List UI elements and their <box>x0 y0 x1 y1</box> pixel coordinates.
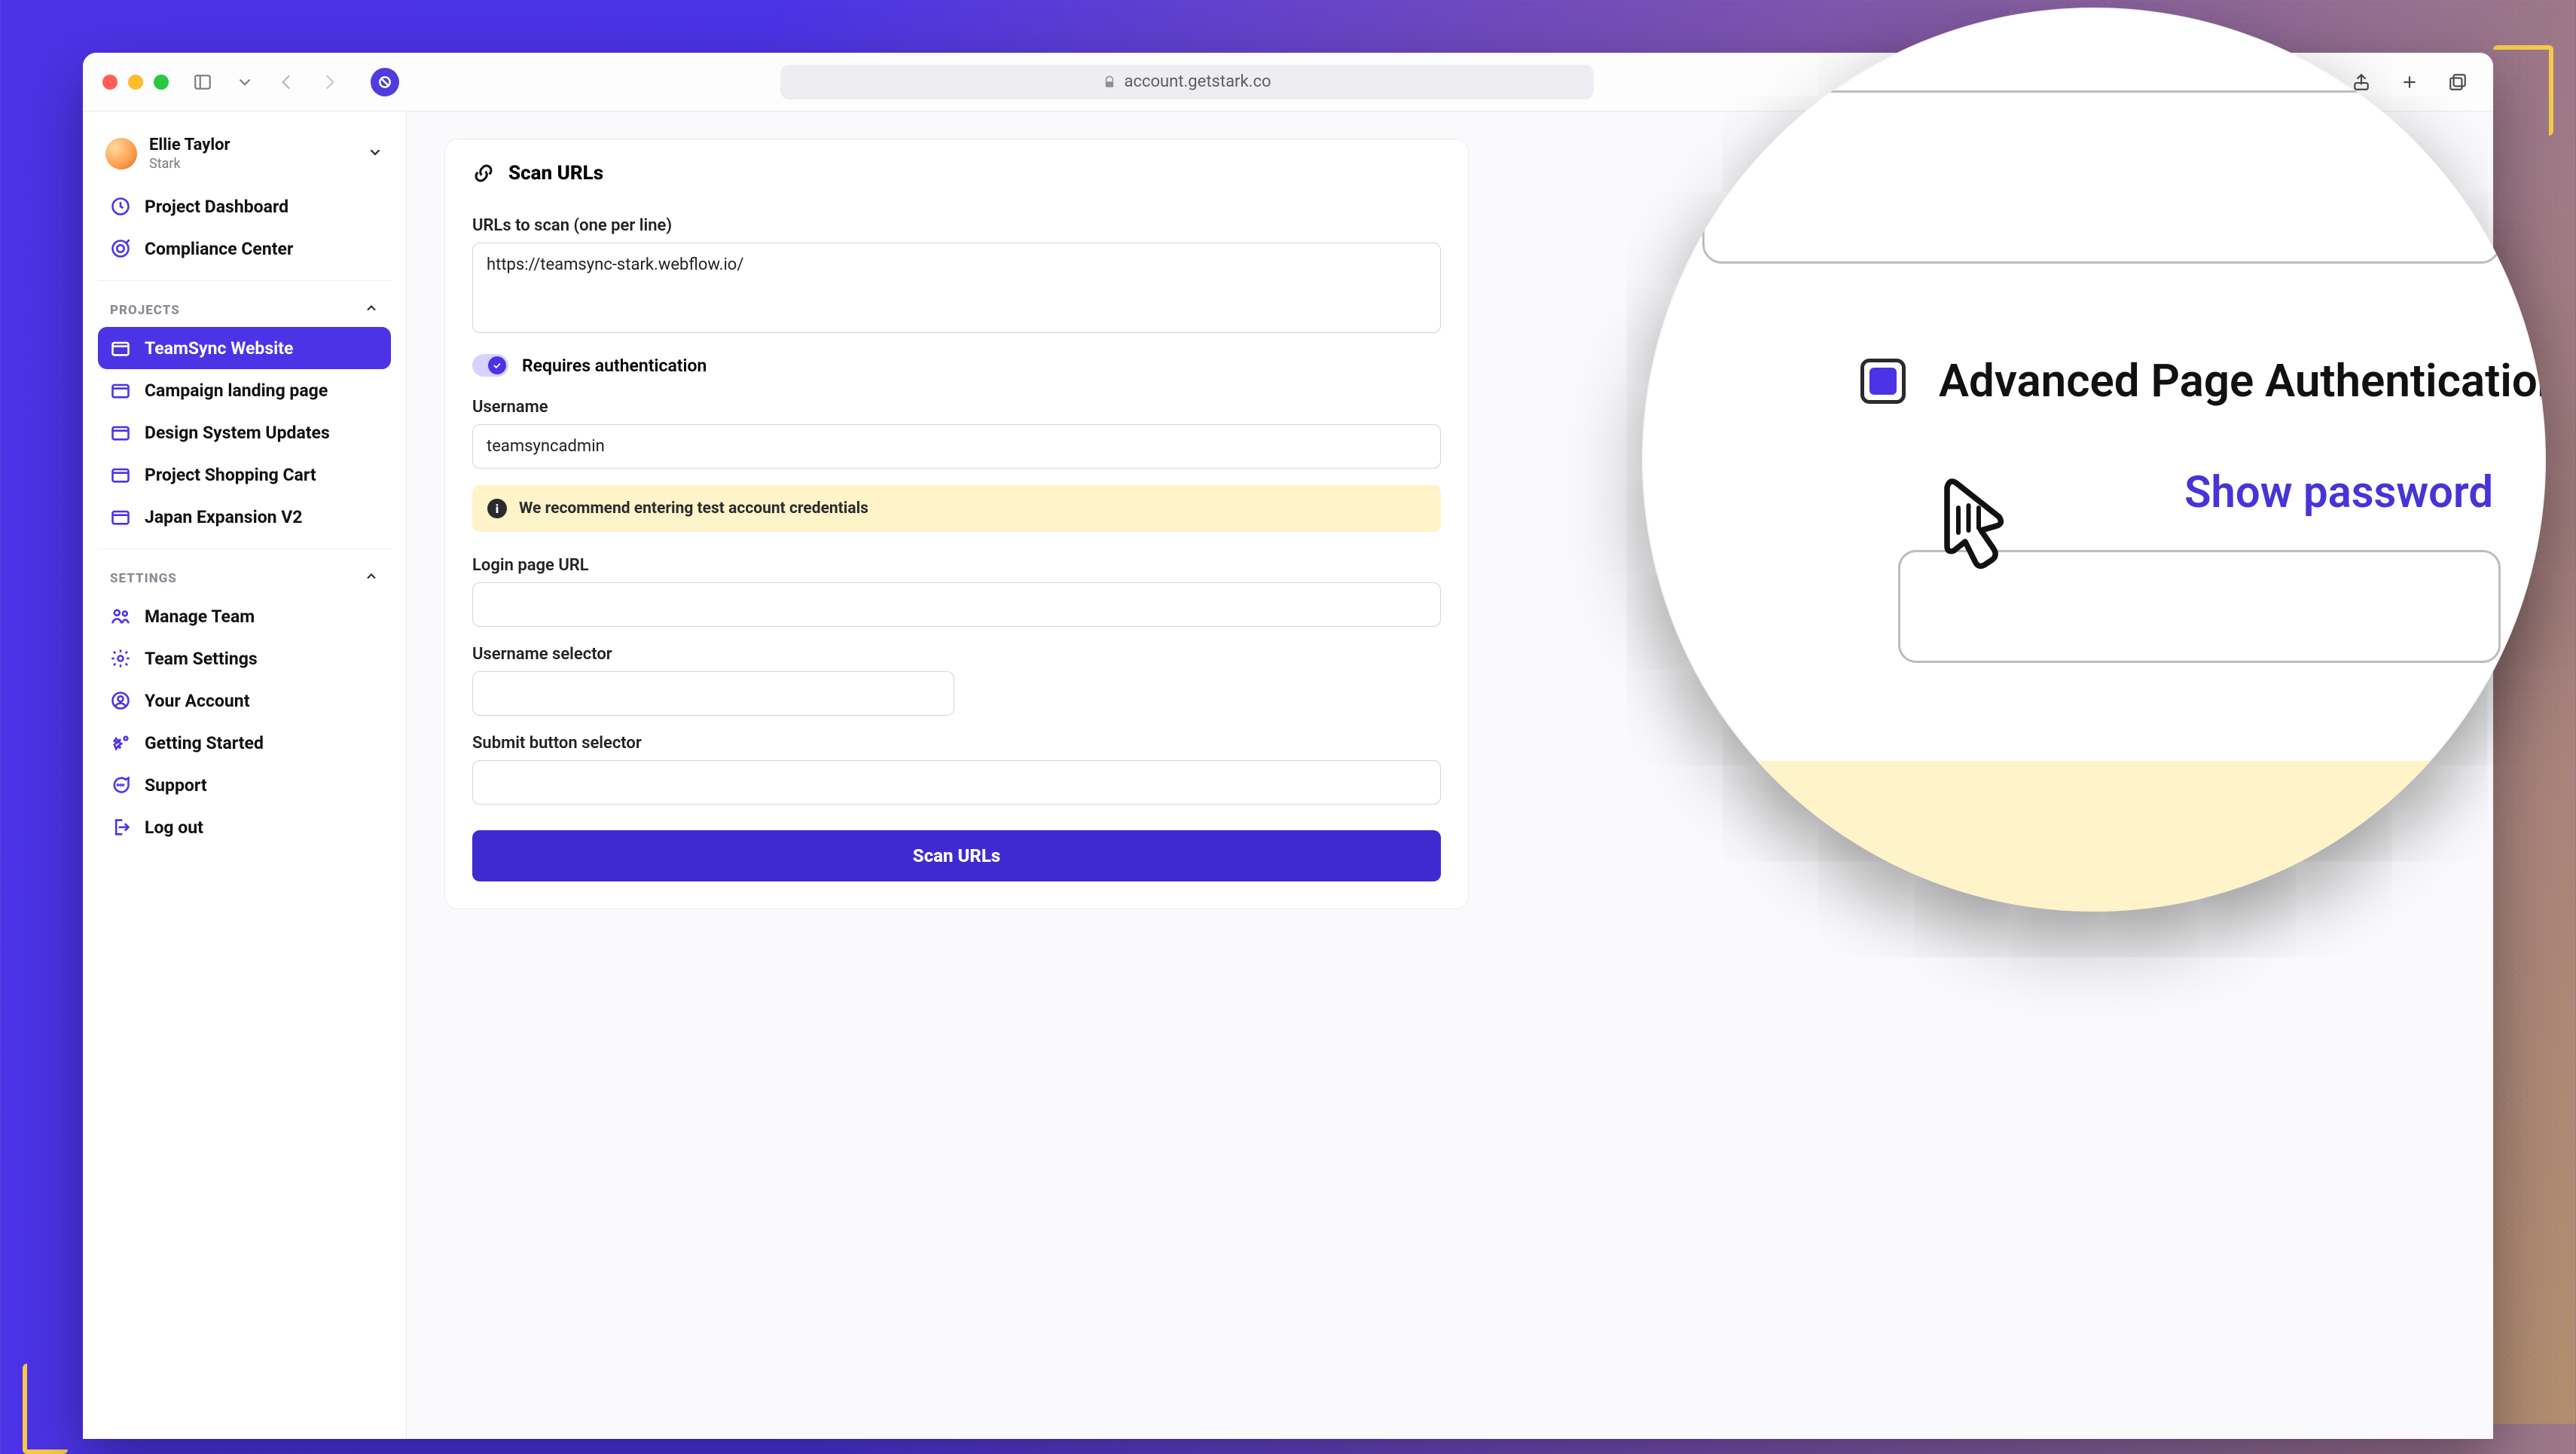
folder-icon <box>110 464 131 485</box>
sidebar-item-project-shopping-cart[interactable]: Project Shopping Cart <box>98 454 391 496</box>
window-controls <box>102 75 169 90</box>
decorative-corner <box>0 0 75 75</box>
sidebar-item-label: Design System Updates <box>145 423 330 443</box>
team-icon <box>110 606 131 627</box>
login-url-label: Login page URL <box>472 556 1441 575</box>
magnified-info-banner <box>1642 761 2546 912</box>
info-text: We recommend entering test account crede… <box>519 499 868 518</box>
section-label: SETTINGS <box>110 571 177 586</box>
submit-selector-input[interactable] <box>472 760 1441 805</box>
sidebar-toggle-icon[interactable] <box>187 66 218 98</box>
sidebar-item-project-design-system[interactable]: Design System Updates <box>98 411 391 454</box>
chevron-down-icon <box>367 144 383 163</box>
sidebar-item-label: Support <box>145 775 207 796</box>
link-icon <box>472 162 495 185</box>
chevron-up-icon <box>364 569 379 588</box>
user-org: Stark <box>149 156 355 172</box>
folder-icon <box>110 422 131 443</box>
chevron-up-icon <box>364 301 379 319</box>
url-bar[interactable]: account.getstark.co <box>780 65 1594 99</box>
sidebar-item-label: Getting Started <box>145 733 264 753</box>
sidebar-item-your-account[interactable]: Your Account <box>98 680 391 722</box>
cursor-pointer-icon <box>1913 467 2026 580</box>
advanced-auth-label: Advanced Page Authentication <box>1939 354 2546 408</box>
card-title: Scan URLs <box>508 162 603 185</box>
requires-auth-toggle[interactable] <box>472 354 508 377</box>
submit-selector-label: Submit button selector <box>472 734 1441 753</box>
window-minimize-button[interactable] <box>128 75 143 90</box>
sidebar-item-label: Your Account <box>145 691 249 711</box>
dashboard-icon <box>110 196 131 217</box>
sidebar-item-label: Japan Expansion V2 <box>145 507 303 527</box>
sidebar-item-team-settings[interactable]: Team Settings <box>98 637 391 680</box>
sparkle-icon <box>110 732 131 753</box>
window-close-button[interactable] <box>102 75 118 90</box>
sidebar-item-project-campaign[interactable]: Campaign landing page <box>98 369 391 411</box>
settings-section-header[interactable]: SETTINGS <box>98 548 391 595</box>
decorative-corner <box>23 1364 68 1454</box>
sidebar-item-label: Team Settings <box>145 649 258 669</box>
login-url-input[interactable] <box>472 582 1441 627</box>
projects-section-header[interactable]: PROJECTS <box>98 280 391 327</box>
user-name: Ellie Taylor <box>149 136 355 154</box>
sidebar-item-getting-started[interactable]: Getting Started <box>98 722 391 764</box>
sidebar-item-manage-team[interactable]: Manage Team <box>98 595 391 637</box>
user-icon <box>110 690 131 711</box>
credentials-info-banner: i We recommend entering test account cre… <box>472 485 1441 532</box>
sidebar-item-project-teamsync[interactable]: TeamSync Website <box>98 327 391 369</box>
sidebar-item-label: Campaign landing page <box>145 380 328 401</box>
section-label: PROJECTS <box>110 303 180 318</box>
magnifier-overlay: Advanced Page Authentication Show passwo… <box>1642 8 2546 912</box>
urls-textarea[interactable] <box>472 243 1441 333</box>
folder-icon <box>110 338 131 359</box>
sidebar-item-label: Manage Team <box>145 606 255 627</box>
logout-icon <box>110 817 131 838</box>
sidebar-item-support[interactable]: Support <box>98 764 391 806</box>
urls-label: URLs to scan (one per line) <box>472 216 1441 235</box>
username-selector-label: Username selector <box>472 645 1441 664</box>
folder-icon <box>110 380 131 401</box>
check-icon <box>488 356 506 374</box>
sidebar-item-label: Log out <box>145 817 203 838</box>
sidebar-item-label: Compliance Center <box>145 239 293 259</box>
sidebar-item-project-japan[interactable]: Japan Expansion V2 <box>98 496 391 538</box>
sidebar-item-label: Project Shopping Cart <box>145 465 316 485</box>
advanced-auth-checkbox[interactable] <box>1860 359 1906 404</box>
sidebar-item-logout[interactable]: Log out <box>98 806 391 848</box>
lock-icon <box>1103 75 1116 89</box>
sidebar-item-label: TeamSync Website <box>145 338 293 359</box>
sidebar-item-compliance[interactable]: Compliance Center <box>98 228 391 270</box>
info-icon: i <box>487 499 507 518</box>
url-text: account.getstark.co <box>1124 72 1271 91</box>
chat-icon <box>110 774 131 796</box>
show-password-link[interactable]: Show password <box>2184 467 2493 518</box>
sidebar-item-label: Project Dashboard <box>145 197 288 217</box>
app-sidebar: Ellie Taylor Stark Project Dashboard Com… <box>83 111 407 1439</box>
magnified-text-input[interactable] <box>1702 90 2501 264</box>
site-favicon <box>371 68 399 96</box>
account-switcher[interactable]: Ellie Taylor Stark <box>98 131 391 185</box>
avatar <box>105 138 137 170</box>
username-input[interactable] <box>472 424 1441 469</box>
nav-forward-button[interactable] <box>313 66 345 98</box>
requires-auth-label: Requires authentication <box>522 356 707 376</box>
scan-urls-card: Scan URLs URLs to scan (one per line) Re… <box>444 139 1469 909</box>
username-label: Username <box>472 398 1441 417</box>
scan-urls-button[interactable]: Scan URLs <box>472 830 1441 881</box>
target-icon <box>110 238 131 259</box>
folder-icon <box>110 506 131 527</box>
gear-icon <box>110 648 131 669</box>
nav-back-button[interactable] <box>271 66 303 98</box>
panel-menu-icon[interactable] <box>229 66 261 98</box>
sidebar-item-dashboard[interactable]: Project Dashboard <box>98 185 391 228</box>
checkbox-checked-icon <box>1869 368 1897 395</box>
username-selector-input[interactable] <box>472 671 954 716</box>
window-zoom-button[interactable] <box>154 75 169 90</box>
